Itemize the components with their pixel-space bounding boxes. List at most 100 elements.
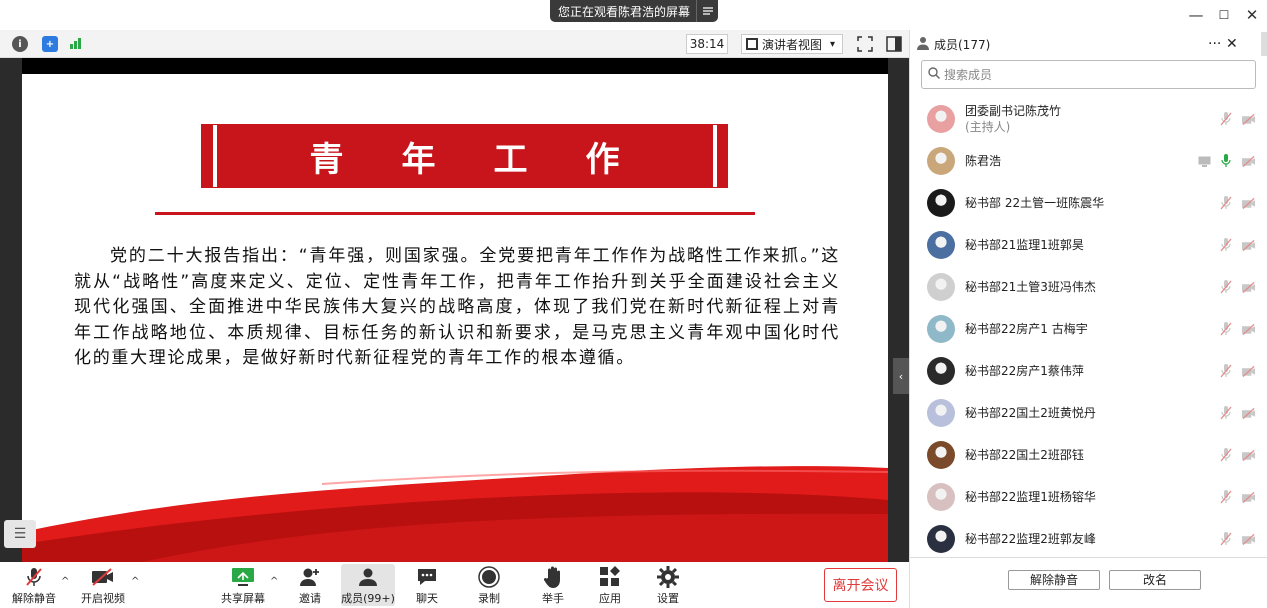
members-panel-footer: 解除静音 改名 [910,557,1267,608]
video-off-icon[interactable] [1242,196,1256,210]
mic-muted-icon[interactable] [1219,406,1233,420]
mic-muted-icon[interactable] [1219,280,1233,294]
member-name: 秘书部22房产1蔡伟萍 [965,363,1084,379]
member-row[interactable]: 秘书部21土管3班冯伟杰 [910,266,1267,308]
chevron-up-icon[interactable]: ^ [131,576,139,587]
video-off-icon[interactable] [1242,280,1256,294]
share-screen-button[interactable]: 共享屏幕 [221,566,265,606]
member-search-input[interactable]: 搜索成员 [921,60,1256,89]
shield-icon[interactable]: + [42,36,58,52]
rename-button[interactable]: 改名 [1109,570,1201,590]
member-row[interactable]: 秘书部22国土2班黄悦丹 [910,392,1267,434]
members-button[interactable]: 成员(99+) [341,564,395,606]
video-off-icon[interactable] [1242,532,1256,546]
members-panel-title: 成员(177) [934,37,991,52]
member-name-text: 秘书部22房产1蔡伟萍 [965,364,1084,378]
mic-muted-icon[interactable] [1219,196,1233,210]
member-row[interactable]: 秘书部22监理1班杨镕华 [910,476,1267,518]
avatar [927,483,955,511]
member-name: 秘书部22房产1 古梅宇 [965,321,1088,337]
chevron-up-icon[interactable]: ^ [270,576,278,587]
video-off-icon[interactable] [1242,238,1256,252]
raise-hand-label: 举手 [542,592,564,605]
meeting-top-bar: i + 38:14 演讲者视图 ▾ [0,30,909,58]
member-row[interactable]: 陈君浩 [910,140,1267,182]
apps-button[interactable]: 应用 [599,566,621,606]
video-off-icon [91,566,115,588]
member-name-text: 秘书部22国土2班黄悦丹 [965,406,1096,420]
video-off-icon[interactable] [1242,448,1256,462]
video-off-icon[interactable] [1242,364,1256,378]
signal-icon[interactable] [70,38,81,49]
avatar [927,105,955,133]
video-off-icon[interactable] [1242,406,1256,420]
video-off-icon[interactable] [1242,490,1256,504]
fullscreen-icon[interactable] [857,36,873,55]
info-icon[interactable]: i [12,36,28,52]
mic-muted-icon[interactable] [1219,364,1233,378]
screen-share-banner: 您正在观看陈君浩的屏幕 [550,0,718,22]
member-row[interactable]: 团委副书记陈茂竹 (主持人) [910,98,1267,140]
unmute-all-button[interactable]: 解除静音 [1008,570,1100,590]
avatar [927,315,955,343]
avatar [927,273,955,301]
member-name-text: 秘书部22监理1班杨镕华 [965,490,1096,504]
video-off-icon[interactable] [1242,154,1256,168]
chat-button[interactable]: 聊天 [416,566,438,606]
member-row[interactable]: 秘书部22房产1 古梅宇 [910,308,1267,350]
mic-muted-icon[interactable] [1219,448,1233,462]
member-row[interactable]: 秘书部22监理2班郭友峰 [910,518,1267,554]
member-row[interactable]: 秘书部21监理1班郭昊 [910,224,1267,266]
close-window-button[interactable]: ✕ [1240,4,1264,26]
unmute-button[interactable]: 解除静音 [12,566,56,606]
unmute-label: 解除静音 [12,592,56,605]
member-name-text: 秘书部22房产1 古梅宇 [965,322,1088,336]
slide-title-box: 青年工作 [201,124,728,188]
chevron-up-icon[interactable]: ^ [61,576,69,587]
hand-icon [543,566,563,588]
member-list: 团委副书记陈茂竹 (主持人) 陈君浩秘书部 22土管一班陈震华秘书部21监理1班郭昊… [910,98,1267,554]
mic-active-icon[interactable] [1219,154,1233,168]
member-row[interactable]: 秘书部 22土管一班陈震华 [910,182,1267,224]
member-name-text: 秘书部22监理2班郭友峰 [965,532,1096,546]
mic-muted-icon[interactable] [1219,322,1233,336]
avatar [927,525,955,553]
member-row[interactable]: 秘书部22国土2班邵钰 [910,434,1267,476]
chevron-left-icon[interactable]: ‹ [893,358,909,394]
search-icon [928,67,940,82]
share-screen-label: 共享屏幕 [221,592,265,605]
list-icon[interactable] [696,0,718,22]
gear-icon [657,566,679,588]
member-name: 秘书部22监理1班杨镕华 [965,489,1096,505]
mic-muted-icon[interactable] [1219,490,1233,504]
close-icon[interactable]: ✕ [1226,36,1238,52]
slide-paragraph: 党的二十大报告指出：“青年强，则国家强。全党要把青年工作作为战略性工作来抓。”这… [74,246,840,368]
minimize-button[interactable]: — [1184,4,1208,26]
scrollbar[interactable] [1261,32,1267,56]
member-name-text: 秘书部 22土管一班陈震华 [965,196,1105,210]
video-off-icon[interactable] [1242,322,1256,336]
invite-button[interactable]: 邀请 [299,566,321,606]
annotation-menu-icon[interactable]: ☰ [4,520,36,548]
start-video-label: 开启视频 [81,592,125,605]
more-icon[interactable]: ··· [1208,36,1221,52]
mic-muted-icon[interactable] [1219,532,1233,546]
leave-meeting-button[interactable]: 离开会议 [824,568,897,602]
raise-hand-button[interactable]: 举手 [542,566,564,606]
record-button[interactable]: 录制 [478,566,500,606]
sidebar-toggle-icon[interactable] [886,36,902,55]
member-name-text: 秘书部22国土2班邵钰 [965,448,1084,462]
maximize-button[interactable]: ☐ [1212,4,1236,26]
mic-muted-icon[interactable] [1219,238,1233,252]
apps-label: 应用 [599,592,621,605]
settings-button[interactable]: 设置 [657,566,679,606]
member-name: 秘书部22监理2班郭友峰 [965,531,1096,547]
mic-muted-icon[interactable] [1219,112,1233,126]
avatar [927,189,955,217]
member-name: 团委副书记陈茂竹 (主持人) [965,103,1061,135]
member-row[interactable]: 秘书部22房产1蔡伟萍 [910,350,1267,392]
video-off-icon[interactable] [1242,112,1256,126]
start-video-button[interactable]: 开启视频 [81,566,125,606]
meeting-toolbar: 解除静音 ^ 开启视频 ^ 共享屏幕 ^ 邀请 成员(99+) 聊天 录制 举手… [0,562,909,608]
view-selector[interactable]: 演讲者视图 ▾ [741,34,843,54]
